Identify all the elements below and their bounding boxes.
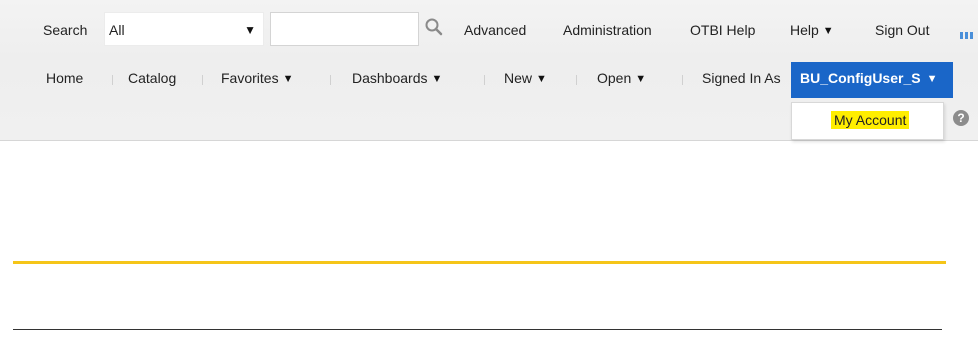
nav-divider bbox=[202, 75, 203, 85]
caret-down-icon: ▼ bbox=[635, 73, 647, 85]
nav-divider bbox=[682, 75, 683, 85]
nav-divider bbox=[576, 75, 577, 85]
nav-favorites-label: Favorites bbox=[221, 70, 279, 86]
help-menu-label: Help bbox=[790, 22, 819, 38]
search-input[interactable] bbox=[270, 12, 419, 46]
nav-divider bbox=[484, 75, 485, 85]
help-menu[interactable]: Help ▼ bbox=[790, 22, 834, 38]
search-icon[interactable] bbox=[423, 16, 445, 38]
caret-down-icon: ▼ bbox=[822, 25, 834, 37]
search-label: Search bbox=[43, 22, 88, 38]
search-scope-select[interactable]: All ▼ bbox=[104, 12, 264, 46]
nav-catalog[interactable]: Catalog bbox=[128, 70, 176, 86]
dark-divider bbox=[13, 329, 942, 330]
more-icon[interactable] bbox=[960, 26, 978, 39]
search-bar: Search All ▼ Advanced Administration OTB… bbox=[0, 0, 978, 56]
help-icon[interactable]: ? bbox=[953, 110, 969, 126]
user-name: BU_ConfigUser_S bbox=[800, 70, 921, 86]
my-account-menu-item[interactable]: My Account bbox=[831, 111, 910, 129]
nav-dashboards[interactable]: Dashboards ▼ bbox=[352, 70, 442, 86]
caret-down-icon: ▼ bbox=[926, 73, 938, 85]
nav-dashboards-label: Dashboards bbox=[352, 70, 428, 86]
signed-in-as-label: Signed In As bbox=[702, 70, 781, 86]
user-dropdown-menu: My Account bbox=[791, 102, 944, 140]
sign-out-link[interactable]: Sign Out bbox=[875, 22, 929, 38]
yellow-divider bbox=[13, 261, 946, 264]
nav-home[interactable]: Home bbox=[46, 70, 83, 86]
nav-divider bbox=[330, 75, 331, 85]
caret-down-icon: ▼ bbox=[244, 23, 256, 37]
caret-down-icon: ▼ bbox=[536, 73, 547, 85]
nav-open-label: Open bbox=[597, 70, 632, 86]
caret-down-icon: ▼ bbox=[282, 73, 294, 85]
caret-down-icon: ▼ bbox=[431, 73, 443, 85]
otbi-help-link[interactable]: OTBI Help bbox=[690, 22, 755, 38]
page: Search All ▼ Advanced Administration OTB… bbox=[0, 0, 978, 337]
administration-link[interactable]: Administration bbox=[563, 22, 652, 38]
nav-favorites[interactable]: Favorites ▼ bbox=[221, 70, 293, 86]
advanced-link[interactable]: Advanced bbox=[464, 22, 526, 38]
main-nav: Home Catalog Favorites ▼ Dashboards ▼ New ▼… bbox=[0, 56, 978, 104]
search-scope-value: All bbox=[109, 22, 125, 38]
nav-divider bbox=[112, 75, 113, 85]
nav-new[interactable]: New ▼ bbox=[504, 70, 547, 86]
user-menu-button[interactable]: BU_ConfigUser_S ▼ bbox=[791, 62, 953, 98]
nav-new-label: New bbox=[504, 70, 533, 86]
nav-open[interactable]: Open ▼ bbox=[597, 70, 646, 86]
